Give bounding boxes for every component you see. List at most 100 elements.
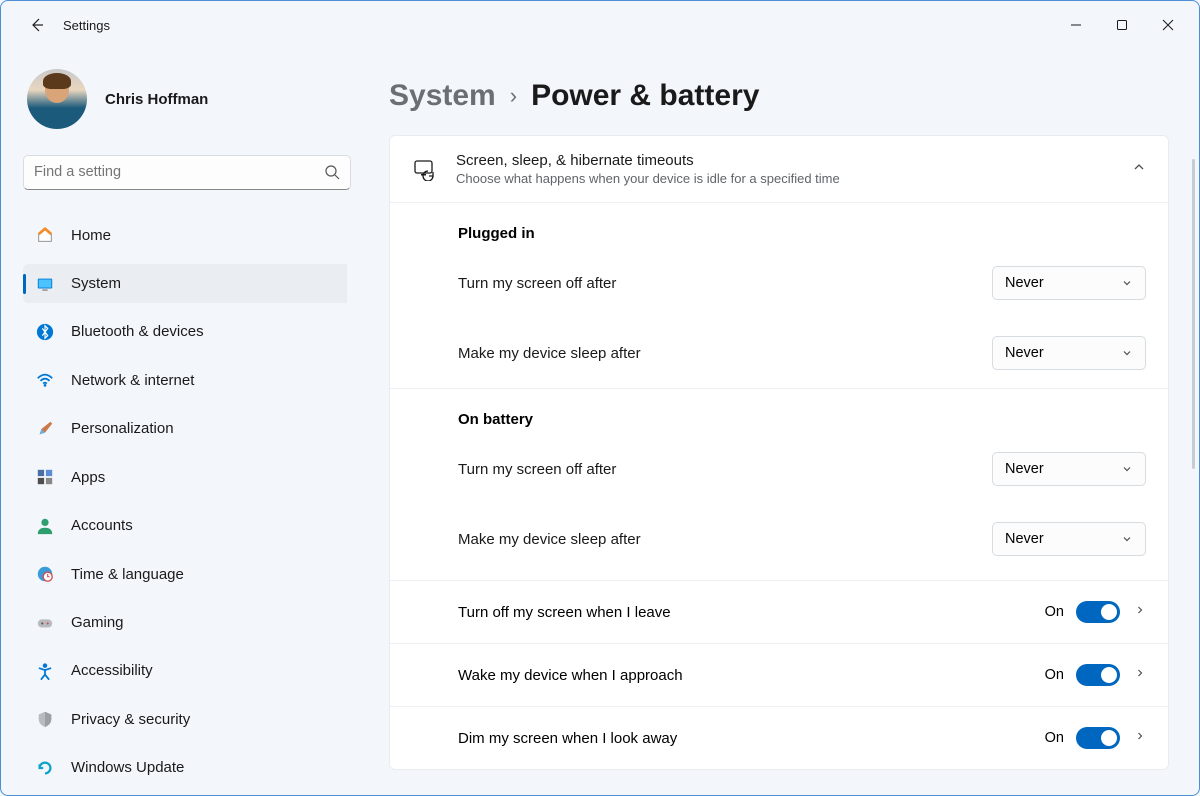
sidebar: Chris Hoffman Home System Bluetooth & de… xyxy=(1,49,361,795)
nav-label: Gaming xyxy=(71,614,124,631)
chevron-down-icon xyxy=(1121,463,1133,475)
section-on-battery: On battery xyxy=(390,389,1168,434)
row-battery-screen-off: Turn my screen off after Never xyxy=(390,434,1168,504)
row-turn-off-when-leave[interactable]: Turn off my screen when I leave On xyxy=(390,580,1168,643)
nav-item-accounts[interactable]: Accounts xyxy=(23,506,347,544)
nav-item-windows-update[interactable]: Windows Update xyxy=(23,749,347,787)
arrow-left-icon xyxy=(29,17,45,33)
profile-block[interactable]: Chris Hoffman xyxy=(23,69,347,129)
expander-subtitle: Choose what happens when your device is … xyxy=(456,171,1114,186)
scrollbar[interactable] xyxy=(1192,159,1195,469)
row-label: Turn my screen off after xyxy=(458,461,992,478)
row-dim-when-look-away[interactable]: Dim my screen when I look away On xyxy=(390,706,1168,769)
profile-name: Chris Hoffman xyxy=(105,91,208,108)
chevron-right-icon xyxy=(1134,729,1146,747)
nav-item-privacy[interactable]: Privacy & security xyxy=(23,700,347,738)
minimize-icon xyxy=(1070,19,1082,31)
nav-item-personalization[interactable]: Personalization xyxy=(23,410,347,448)
screen-timeout-icon xyxy=(412,156,438,182)
nav-label: System xyxy=(71,275,121,292)
nav-item-gaming[interactable]: Gaming xyxy=(23,603,347,641)
row-wake-when-approach[interactable]: Wake my device when I approach On xyxy=(390,643,1168,706)
window-controls xyxy=(1053,9,1191,41)
accessibility-icon xyxy=(35,661,55,681)
dropdown-plugged-screen-off[interactable]: Never xyxy=(992,266,1146,300)
dropdown-value: Never xyxy=(1005,461,1044,477)
update-icon xyxy=(35,758,55,778)
person-icon xyxy=(35,516,55,536)
nav-item-network[interactable]: Network & internet xyxy=(23,361,347,399)
toggle-state-text: On xyxy=(1045,730,1064,746)
nav-label: Bluetooth & devices xyxy=(71,323,204,340)
row-label: Turn off my screen when I leave xyxy=(458,604,1045,621)
toggle-state-text: On xyxy=(1045,604,1064,620)
timeouts-expander-header[interactable]: Screen, sleep, & hibernate timeouts Choo… xyxy=(390,136,1168,203)
row-label: Dim my screen when I look away xyxy=(458,730,1045,747)
search-icon xyxy=(324,164,340,180)
section-plugged-in: Plugged in xyxy=(390,203,1168,248)
search-input[interactable] xyxy=(34,164,324,180)
nav-item-home[interactable]: Home xyxy=(23,216,347,254)
close-button[interactable] xyxy=(1145,9,1191,41)
dropdown-value: Never xyxy=(1005,275,1044,291)
chevron-right-icon xyxy=(1134,603,1146,621)
back-button[interactable] xyxy=(19,7,55,43)
wifi-icon xyxy=(35,370,55,390)
toggle-switch[interactable] xyxy=(1076,601,1120,623)
chevron-down-icon xyxy=(1121,277,1133,289)
nav-label: Personalization xyxy=(71,420,174,437)
maximize-icon xyxy=(1116,19,1128,31)
nav-label: Privacy & security xyxy=(71,711,190,728)
nav-label: Time & language xyxy=(71,566,184,583)
dropdown-value: Never xyxy=(1005,345,1044,361)
row-plugged-sleep: Make my device sleep after Never xyxy=(390,318,1168,388)
apps-icon xyxy=(35,467,55,487)
breadcrumb: System › Power & battery xyxy=(389,79,1169,113)
dropdown-plugged-sleep[interactable]: Never xyxy=(992,336,1146,370)
row-label: Make my device sleep after xyxy=(458,531,992,548)
maximize-button[interactable] xyxy=(1099,9,1145,41)
row-label: Make my device sleep after xyxy=(458,345,992,362)
nav-label: Apps xyxy=(71,469,105,486)
nav-item-system[interactable]: System xyxy=(23,264,347,302)
minimize-button[interactable] xyxy=(1053,9,1099,41)
page-title: Power & battery xyxy=(531,79,759,113)
chevron-right-icon: › xyxy=(510,83,517,109)
nav-label: Windows Update xyxy=(71,759,184,776)
row-battery-sleep: Make my device sleep after Never xyxy=(390,504,1168,580)
chevron-down-icon xyxy=(1121,347,1133,359)
dropdown-battery-sleep[interactable]: Never xyxy=(992,522,1146,556)
nav-list: Home System Bluetooth & devices Network … xyxy=(23,216,347,795)
nav-label: Accounts xyxy=(71,517,133,534)
gamepad-icon xyxy=(35,613,55,633)
nav-item-accessibility[interactable]: Accessibility xyxy=(23,652,347,690)
title-bar: Settings xyxy=(1,1,1199,49)
toggle-switch[interactable] xyxy=(1076,664,1120,686)
dropdown-battery-screen-off[interactable]: Never xyxy=(992,452,1146,486)
main-content: System › Power & battery Screen, sleep, … xyxy=(361,49,1199,795)
nav-item-time-language[interactable]: Time & language xyxy=(23,555,347,593)
nav-label: Network & internet xyxy=(71,372,194,389)
chevron-right-icon xyxy=(1134,666,1146,684)
globe-clock-icon xyxy=(35,564,55,584)
dropdown-value: Never xyxy=(1005,531,1044,547)
nav-label: Accessibility xyxy=(71,662,153,679)
bluetooth-icon xyxy=(35,322,55,342)
search-box[interactable] xyxy=(23,155,351,190)
toggle-state-text: On xyxy=(1045,667,1064,683)
breadcrumb-parent[interactable]: System xyxy=(389,79,496,113)
shield-icon xyxy=(35,709,55,729)
row-plugged-screen-off: Turn my screen off after Never xyxy=(390,248,1168,318)
row-label: Wake my device when I approach xyxy=(458,667,1045,684)
nav-item-apps[interactable]: Apps xyxy=(23,458,347,496)
close-icon xyxy=(1162,19,1174,31)
toggle-switch[interactable] xyxy=(1076,727,1120,749)
nav-label: Home xyxy=(71,227,111,244)
row-label: Turn my screen off after xyxy=(458,275,992,292)
nav-item-bluetooth[interactable]: Bluetooth & devices xyxy=(23,313,347,351)
system-icon xyxy=(35,274,55,294)
expander-title: Screen, sleep, & hibernate timeouts xyxy=(456,152,1114,169)
chevron-up-icon xyxy=(1132,160,1146,179)
avatar xyxy=(27,69,87,129)
home-icon xyxy=(35,225,55,245)
